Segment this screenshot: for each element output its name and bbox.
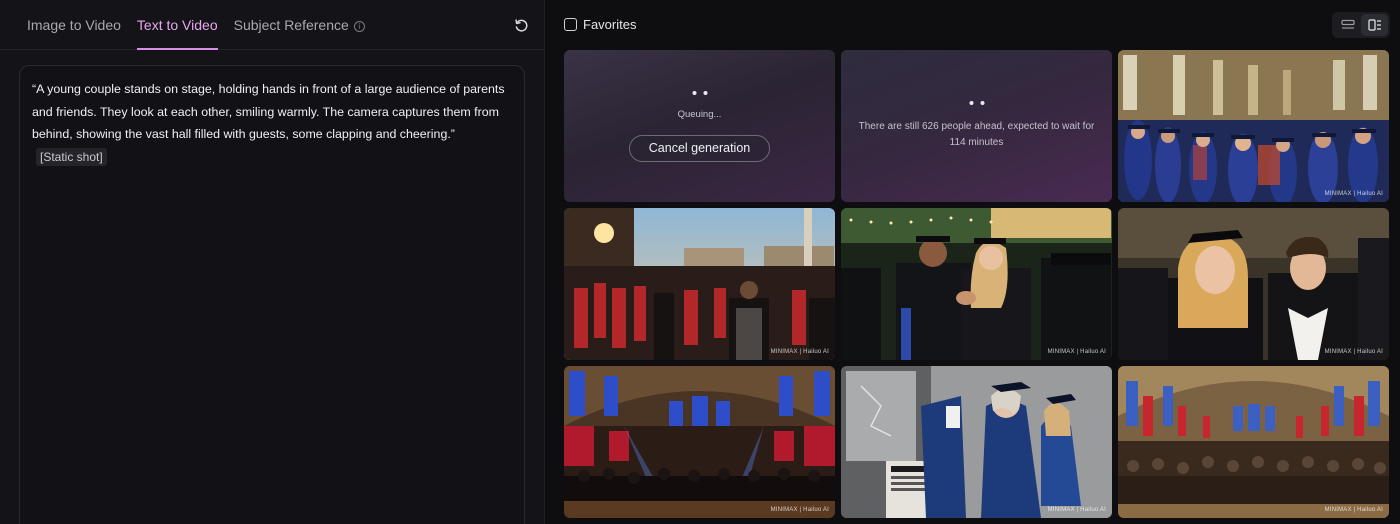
thumb-elderly-graduate-cheering [841, 366, 1112, 518]
prompt-input[interactable]: “A young couple stands on stage, holding… [19, 65, 525, 524]
tab-subject-reference[interactable]: Subject Reference i [234, 17, 365, 49]
thumb-outdoor-ceremony-red-gowns [564, 208, 835, 360]
thumb-couple-holding-hands-lights [841, 208, 1112, 360]
loading-dots-icon [692, 91, 707, 95]
tab-image-to-video[interactable]: Image to Video [27, 17, 121, 49]
grid-view-button[interactable] [1361, 14, 1388, 36]
watermark: MINIMAX | Hailuo AI [770, 349, 829, 355]
tab-subject-reference-label: Subject Reference [233, 17, 349, 33]
list-view-icon [1340, 19, 1355, 29]
video-thumbnail[interactable]: MINIMAX | Hailuo AI [1118, 208, 1389, 360]
reset-button[interactable] [510, 14, 532, 36]
video-thumbnail[interactable]: MINIMAX | Hailuo AI [564, 208, 835, 360]
loading-dots-icon [969, 101, 984, 105]
prompt-panel: Image to Video Text to Video Subject Ref… [0, 0, 545, 524]
favorites-filter[interactable]: Favorites [564, 17, 636, 32]
watermark: MINIMAX | Hailuo AI [1324, 507, 1383, 513]
app-window: Image to Video Text to Video Subject Ref… [0, 0, 1400, 524]
tab-text-to-video[interactable]: Text to Video [136, 17, 218, 50]
thumb-cathedral-hall-blue-lights [564, 366, 835, 518]
thumb-graduates-blue-gowns-hall [1118, 50, 1389, 202]
refresh-icon [514, 18, 527, 32]
info-icon[interactable]: i [353, 21, 365, 32]
queued-video-card: Queuing... Cancel generation [564, 50, 835, 202]
favorites-checkbox[interactable] [564, 18, 577, 31]
video-thumbnail[interactable]: MINIMAX | Hailuo AI [1118, 366, 1389, 518]
video-thumbnail[interactable]: MINIMAX | Hailuo AI [564, 366, 835, 518]
waiting-video-card: There are still 626 people ahead, expect… [841, 50, 1112, 202]
watermark: MINIMAX | Hailuo AI [1324, 349, 1383, 355]
video-thumbnail[interactable]: MINIMAX | Hailuo AI [1118, 50, 1389, 202]
cancel-generation-button[interactable]: Cancel generation [629, 135, 770, 162]
watermark: MINIMAX | Hailuo AI [770, 507, 829, 513]
prompt-text: “A young couple stands on stage, holding… [32, 78, 512, 168]
prompt-body: “A young couple stands on stage, holding… [32, 82, 505, 141]
watermark: MINIMAX | Hailuo AI [1047, 507, 1106, 513]
gallery-toolbar: Favorites [545, 0, 1400, 50]
favorites-label: Favorites [583, 17, 637, 32]
camera-tag-chip[interactable]: [Static shot] [36, 147, 107, 166]
watermark: MINIMAX | Hailuo AI [1047, 349, 1106, 355]
video-thumbnail[interactable]: MINIMAX | Hailuo AI [841, 366, 1112, 518]
thumb-cathedral-hall-red-banners [1118, 366, 1389, 518]
list-view-button[interactable] [1334, 14, 1361, 36]
gallery-panel: Favorites Queuing... Cancel generation T… [545, 0, 1400, 524]
thumb-couple-smiling-closeup [1118, 208, 1389, 360]
queue-status: Queuing... [677, 109, 722, 120]
grid-view-icon [1367, 19, 1381, 31]
video-thumbnail[interactable]: MINIMAX | Hailuo AI [841, 208, 1112, 360]
mode-tabs: Image to Video Text to Video Subject Ref… [0, 0, 544, 50]
view-toggle [1332, 12, 1390, 38]
queue-wait-message: There are still 626 people ahead, expect… [858, 121, 1095, 148]
watermark: MINIMAX | Hailuo AI [1324, 191, 1383, 197]
